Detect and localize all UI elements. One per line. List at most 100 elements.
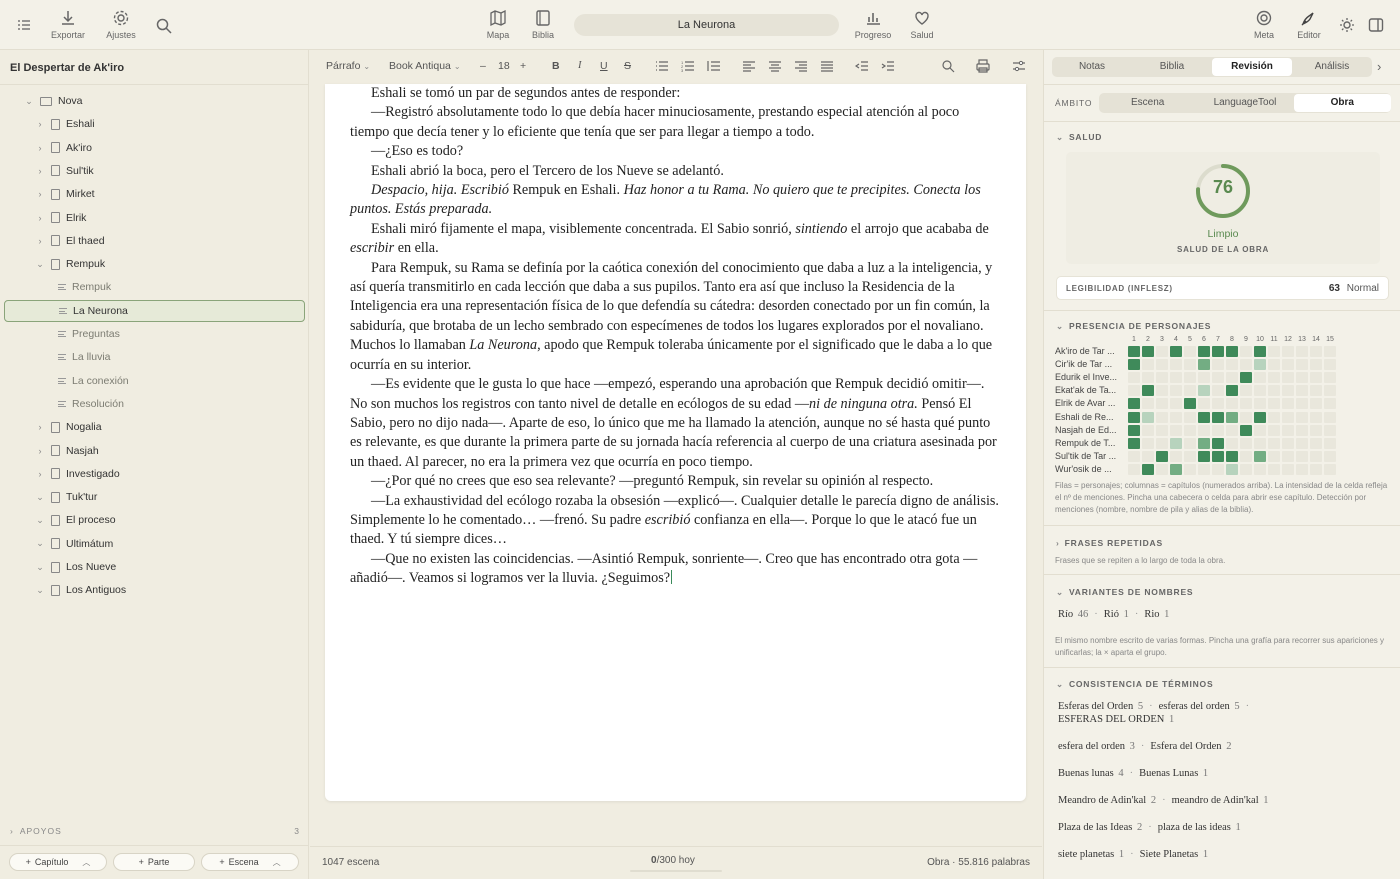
presence-cell[interactable] <box>1296 372 1308 384</box>
presence-cell[interactable] <box>1310 372 1322 384</box>
presence-cell[interactable] <box>1156 411 1168 423</box>
presence-cell[interactable] <box>1240 411 1252 423</box>
presence-cell[interactable] <box>1268 398 1280 410</box>
presence-cell[interactable] <box>1156 346 1168 357</box>
presence-cell[interactable] <box>1142 359 1154 371</box>
paragraph[interactable]: Eshali abrió la boca, pero el Tercero de… <box>350 162 1000 181</box>
presence-cell[interactable] <box>1254 372 1266 384</box>
tab-biblia[interactable]: Biblia <box>1132 58 1212 76</box>
presence-cell[interactable] <box>1240 359 1252 371</box>
presence-cell[interactable] <box>1310 463 1322 475</box>
add-chapter-button[interactable]: + Capítulo ︿ <box>9 853 107 871</box>
scope-option-obra[interactable]: Obra <box>1293 94 1391 112</box>
paragraph[interactable]: —¿Eso es todo? <box>350 142 1000 161</box>
chapter-item[interactable]: › Nogalia <box>35 416 300 438</box>
paragraph[interactable]: —Registró absolutamente todo lo que debí… <box>350 103 1000 142</box>
term-variant[interactable]: ESFERAS DEL ORDEN 1 <box>1058 714 1174 725</box>
presence-cell[interactable] <box>1184 385 1196 397</box>
chevron-right-icon[interactable]: › <box>35 166 45 176</box>
presence-cell[interactable] <box>1296 359 1308 371</box>
presence-cell[interactable] <box>1240 424 1252 436</box>
presence-cell[interactable] <box>1324 359 1336 371</box>
chevron-up-icon[interactable]: ︿ <box>273 857 281 868</box>
presence-cell[interactable] <box>1310 385 1322 397</box>
editor-page[interactable]: Eshali se tomó un par de segundos antes … <box>325 84 1026 801</box>
chapter-item[interactable]: › Mirket <box>35 183 300 205</box>
variant-chip[interactable]: Río 46 <box>1058 609 1088 620</box>
presence-cell[interactable] <box>1142 411 1154 423</box>
chapter-column-header[interactable]: 6 <box>1198 336 1210 343</box>
presence-cell[interactable] <box>1254 463 1266 475</box>
term-variant[interactable]: meandro de Adin'kal 1 <box>1172 795 1269 806</box>
add-scene-button[interactable]: + Escena ︿ <box>201 853 299 871</box>
chapter-column-header[interactable]: 1 <box>1128 336 1140 343</box>
sidebar-toggle-icon[interactable] <box>15 16 33 34</box>
manuscript-text[interactable]: Eshali se tomó un par de segundos antes … <box>350 84 1000 589</box>
character-row-label[interactable]: Eshali de Re... <box>1055 412 1125 422</box>
add-part-button[interactable]: + Parte <box>113 853 195 871</box>
presence-cell[interactable] <box>1296 385 1308 397</box>
chapter-item[interactable]: ⌄ El proceso <box>35 509 300 531</box>
chevron-up-icon[interactable]: ︿ <box>82 857 90 868</box>
presence-cell[interactable] <box>1198 463 1210 475</box>
presence-cell[interactable] <box>1212 437 1224 449</box>
italic-button[interactable]: I <box>578 60 582 71</box>
character-row-label[interactable]: Edurik el Inve... <box>1055 372 1125 382</box>
font-size-value[interactable]: 18 <box>498 60 510 72</box>
chapter-column-header[interactable]: 2 <box>1142 336 1154 343</box>
print-icon[interactable] <box>976 59 990 73</box>
presence-cell[interactable] <box>1282 398 1294 410</box>
presence-cell[interactable] <box>1156 437 1168 449</box>
chevron-right-icon[interactable]: › <box>35 446 45 456</box>
numbered-list-icon[interactable]: 123 <box>681 59 695 73</box>
presence-cell[interactable] <box>1156 424 1168 436</box>
term-group[interactable]: Plaza de las Ideas 2 · plaza de las ideas … <box>1058 822 1241 833</box>
presence-cell[interactable] <box>1184 450 1196 462</box>
chapter-item[interactable]: ⌄ Ultimátum <box>35 533 300 555</box>
presence-cell[interactable] <box>1254 450 1266 462</box>
variants-section-header[interactable]: ⌄ VARIANTES DE NOMBRES <box>1056 587 1193 598</box>
presence-cell[interactable] <box>1198 424 1210 436</box>
scene-item[interactable]: La conexión <box>58 370 300 392</box>
chapter-item[interactable]: › Nasjah <box>35 440 300 462</box>
character-row-label[interactable]: Cir'ik de Tar ... <box>1055 359 1125 369</box>
chapter-item[interactable]: › Eshali <box>35 113 300 135</box>
character-row-label[interactable]: Sul'tik de Tar ... <box>1055 451 1125 461</box>
character-row-label[interactable]: Nasjah de Ed... <box>1055 425 1125 435</box>
presence-cell[interactable] <box>1310 437 1322 449</box>
presence-cell[interactable] <box>1184 424 1196 436</box>
indent-icon[interactable] <box>881 59 895 73</box>
presence-cell[interactable] <box>1310 346 1322 357</box>
presence-cell[interactable] <box>1212 385 1224 397</box>
presence-cell[interactable] <box>1324 424 1336 436</box>
presence-cell[interactable] <box>1240 437 1252 449</box>
presence-cell[interactable] <box>1310 398 1322 410</box>
chapter-item[interactable]: ⌄ Los Nueve <box>35 556 300 578</box>
presence-cell[interactable] <box>1142 437 1154 449</box>
term-variant[interactable]: plaza de las ideas 1 <box>1158 822 1241 833</box>
presence-cell[interactable] <box>1226 450 1238 462</box>
paragraph[interactable]: —Es evidente que le gusta lo que hace —e… <box>350 375 1000 472</box>
presence-cell[interactable] <box>1198 385 1210 397</box>
chevron-right-icon[interactable]: › <box>35 213 45 223</box>
term-variant[interactable]: Meandro de Adin'kal 2 <box>1058 795 1156 806</box>
presence-cell[interactable] <box>1226 398 1238 410</box>
term-variant[interactable]: Siete Planetas 1 <box>1140 849 1209 860</box>
presence-cell[interactable] <box>1142 372 1154 384</box>
presence-cell[interactable] <box>1268 385 1280 397</box>
variant-chip[interactable]: Rio 1 <box>1144 609 1169 620</box>
chapter-item[interactable]: ⌄ Rempuk <box>35 253 300 275</box>
outdent-icon[interactable] <box>855 59 869 73</box>
chapter-column-header[interactable]: 7 <box>1212 336 1224 343</box>
presence-cell[interactable] <box>1226 359 1238 371</box>
presence-cell[interactable] <box>1226 437 1238 449</box>
presence-cell[interactable] <box>1268 450 1280 462</box>
daily-goal[interactable]: 0/300 hoy <box>651 855 695 866</box>
term-variant[interactable]: Buenas Lunas 1 <box>1139 768 1208 779</box>
paragraph[interactable]: —Que no existen las coincidencias. —Asin… <box>350 550 1000 589</box>
presence-cell[interactable] <box>1282 372 1294 384</box>
presence-cell[interactable] <box>1282 424 1294 436</box>
align-right-icon[interactable] <box>794 59 808 73</box>
consistency-section-header[interactable]: ⌄ CONSISTENCIA DE TÉRMINOS <box>1056 679 1213 690</box>
presence-cell[interactable] <box>1240 463 1252 475</box>
